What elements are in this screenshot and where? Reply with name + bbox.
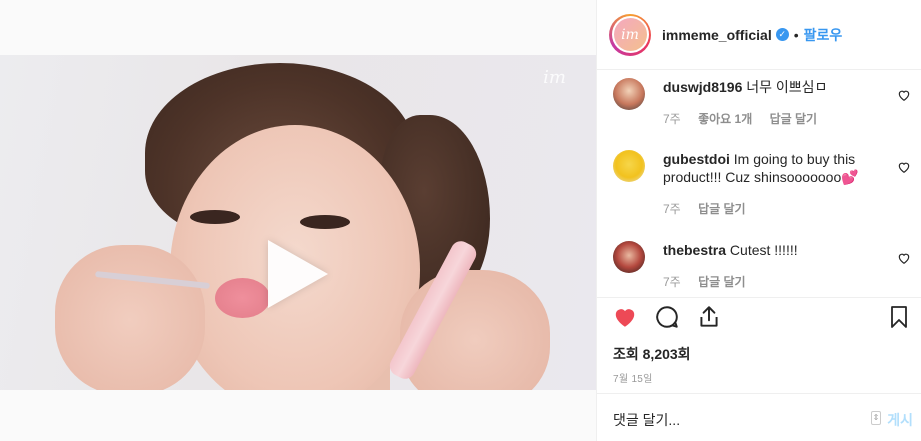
list-item: thebestra Cutest !!!!!! 7주 답글 달기: [613, 241, 913, 290]
play-icon[interactable]: [268, 240, 328, 308]
comment-username[interactable]: gubestdoi: [663, 151, 730, 167]
comment-text: 너무 이쁘심ㅁ: [746, 79, 828, 95]
comment-age: 7주: [663, 202, 681, 216]
video-frame-hand-left: [55, 245, 205, 390]
video-watermark: im: [543, 67, 566, 88]
reply-button[interactable]: 답글 달기: [698, 202, 746, 216]
post-username[interactable]: immeme_official: [662, 27, 772, 43]
comment-input[interactable]: 댓글 달기...: [613, 410, 680, 430]
media-column: im: [0, 0, 596, 441]
list-item: duswjd8196 너무 이쁘심ㅁ 7주 좋아요 1개 답글 달기: [613, 78, 913, 127]
comments-list[interactable]: duswjd8196 너무 이쁘심ㅁ 7주 좋아요 1개 답글 달기 gubes…: [597, 71, 921, 297]
reply-button[interactable]: 답글 달기: [698, 275, 746, 289]
video-player[interactable]: im: [0, 55, 596, 390]
heart-outline-icon[interactable]: [897, 160, 911, 174]
comment-username[interactable]: duswjd8196: [663, 79, 742, 95]
avatar[interactable]: im: [609, 13, 651, 56]
post-panel: im immeme_official ✓ • 팔로우 duswjd8196 너무…: [596, 0, 921, 441]
reply-button[interactable]: 답글 달기: [770, 112, 818, 126]
video-frame-eye-right: [300, 215, 350, 229]
video-frame-lips: [215, 278, 270, 318]
avatar-logo: im: [613, 18, 647, 51]
check-icon: ✓: [775, 28, 789, 41]
comment-age: 7주: [663, 112, 681, 126]
resize-icon: ⇕: [871, 411, 881, 425]
comment-button[interactable]: [653, 303, 681, 331]
comment-username[interactable]: thebestra: [663, 242, 726, 258]
comment-form: 댓글 달기... ⇕ 게시: [597, 393, 921, 441]
follow-button[interactable]: 팔로우: [804, 25, 843, 45]
comment-likes-count[interactable]: 좋아요 1개: [698, 112, 752, 126]
post-date: 7월 15일: [613, 374, 653, 385]
heart-filled-icon: [615, 309, 635, 327]
list-item: gubestdoi Im going to buy this product!!…: [613, 150, 913, 217]
post-actions: 조회 8,203회 7월 15일 댓글 달기... ⇕ 게시: [597, 297, 921, 441]
post-comment-button[interactable]: 게시: [887, 410, 913, 430]
avatar[interactable]: [613, 241, 645, 273]
share-icon: [700, 306, 718, 327]
save-button[interactable]: [885, 303, 913, 331]
video-frame-eye-left: [190, 210, 240, 224]
bookmark-icon: [891, 306, 907, 328]
separator-dot: •: [793, 26, 799, 43]
heart-outline-icon[interactable]: [897, 88, 911, 102]
comment-age: 7주: [663, 275, 681, 289]
comment-icon: [656, 306, 678, 328]
avatar[interactable]: [613, 150, 645, 182]
share-button[interactable]: [695, 303, 723, 331]
like-button[interactable]: [611, 303, 639, 331]
heart-outline-icon[interactable]: [897, 251, 911, 265]
comment-text: Cutest !!!!!!: [729, 242, 798, 258]
avatar[interactable]: [613, 78, 645, 110]
post-header: im immeme_official ✓ • 팔로우: [597, 0, 921, 70]
view-count[interactable]: 조회 8,203회: [613, 344, 691, 364]
